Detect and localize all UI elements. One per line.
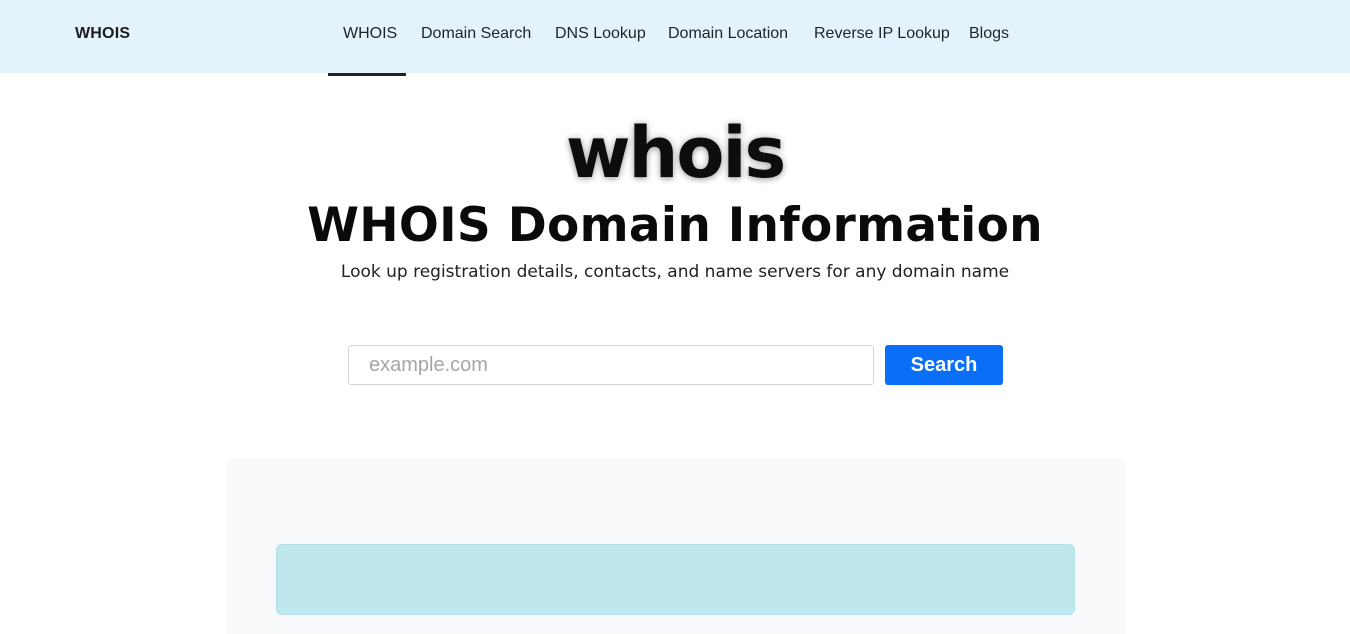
result-placeholder-bar bbox=[276, 544, 1075, 615]
nav-item-reverse-ip-lookup[interactable]: Reverse IP Lookup bbox=[814, 25, 950, 43]
nav-item-domain-location[interactable]: Domain Location bbox=[668, 25, 788, 43]
page-subtitle: Look up registration details, contacts, … bbox=[340, 262, 1010, 282]
brand-logo[interactable]: WHOIS bbox=[75, 25, 130, 43]
nav-item-blogs[interactable]: Blogs bbox=[969, 25, 1009, 43]
hero-logo: whois bbox=[565, 112, 786, 194]
nav-item-dns-lookup[interactable]: DNS Lookup bbox=[555, 25, 646, 43]
page-title: WHOIS Domain Information bbox=[307, 198, 1043, 253]
domain-search-input[interactable] bbox=[348, 345, 874, 385]
top-navigation-bar: WHOIS WHOIS Domain Search DNS Lookup Dom… bbox=[0, 0, 1350, 73]
search-button[interactable]: Search bbox=[885, 345, 1003, 385]
nav-item-whois[interactable]: WHOIS bbox=[343, 25, 397, 43]
nav-item-domain-search[interactable]: Domain Search bbox=[421, 25, 531, 43]
active-nav-indicator bbox=[328, 73, 406, 76]
